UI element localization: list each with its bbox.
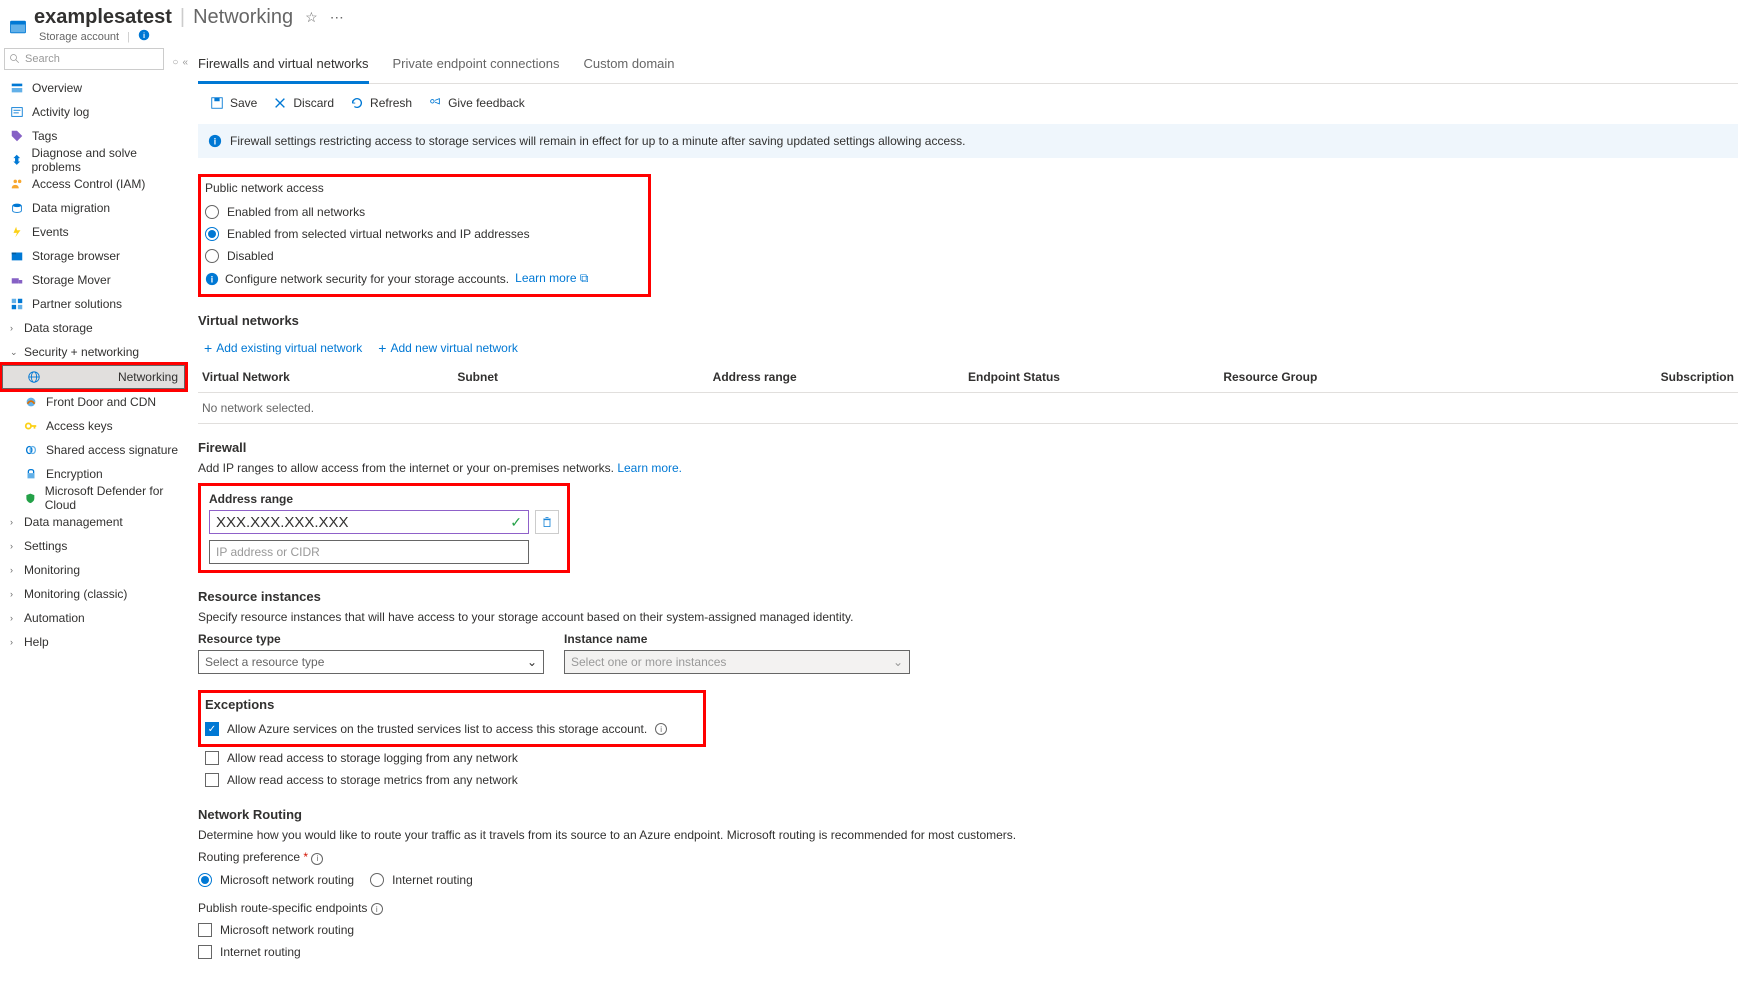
info-icon[interactable]: i bbox=[311, 853, 323, 865]
nav-settings[interactable]: ›Settings bbox=[0, 534, 188, 558]
sidebar-collapse-icon[interactable]: ○ bbox=[172, 57, 178, 68]
nav-storage-mover[interactable]: Storage Mover bbox=[0, 268, 188, 292]
nav-defender[interactable]: Microsoft Defender for Cloud bbox=[0, 486, 188, 510]
svg-text:i: i bbox=[143, 31, 145, 40]
nav-sas[interactable]: Shared access signature bbox=[0, 438, 188, 462]
nav-data-management[interactable]: ›Data management bbox=[0, 510, 188, 534]
vnet-table: Virtual Network Subnet Address range End… bbox=[198, 362, 1738, 424]
nav-security-networking[interactable]: ⌄Security + networking bbox=[0, 340, 188, 364]
firewall-heading: Firewall bbox=[198, 440, 1738, 455]
nav-diagnose[interactable]: Diagnose and solve problems bbox=[0, 148, 188, 172]
pna-radio-selected[interactable]: Enabled from selected virtual networks a… bbox=[205, 223, 588, 245]
tab-private-endpoints[interactable]: Private endpoint connections bbox=[393, 48, 560, 83]
nav-help[interactable]: ›Help bbox=[0, 630, 188, 654]
sidebar: Search ○ « Overview Activity log Tags Di… bbox=[0, 44, 188, 999]
nav-front-door[interactable]: Front Door and CDN bbox=[0, 390, 188, 414]
vnet-heading: Virtual networks bbox=[198, 313, 1738, 328]
pna-radio-disabled[interactable]: Disabled bbox=[205, 245, 588, 267]
exc-heading: Exceptions bbox=[205, 697, 667, 712]
nav-activity-log[interactable]: Activity log bbox=[0, 100, 188, 124]
resource-name: examplesatest bbox=[34, 6, 172, 29]
firewall-delete-button[interactable] bbox=[535, 510, 559, 534]
nav-events[interactable]: Events bbox=[0, 220, 188, 244]
nav-data-migration[interactable]: Data migration bbox=[0, 196, 188, 220]
pna-learn-more[interactable]: Learn more ⧉ bbox=[515, 271, 588, 286]
save-button[interactable]: Save bbox=[210, 96, 257, 110]
nav-storage-browser[interactable]: Storage browser bbox=[0, 244, 188, 268]
check-icon: ✓ bbox=[510, 514, 522, 531]
routing-ms-radio[interactable]: Microsoft network routing bbox=[198, 869, 354, 891]
nav-automation[interactable]: ›Automation bbox=[0, 606, 188, 630]
nav-partner-solutions[interactable]: Partner solutions bbox=[0, 292, 188, 316]
resource-type-select[interactable]: Select a resource type⌄ bbox=[198, 650, 544, 674]
svg-text:i: i bbox=[214, 137, 216, 147]
routing-internet-radio[interactable]: Internet routing bbox=[370, 869, 473, 891]
routing-heading: Network Routing bbox=[198, 807, 1738, 822]
nav-monitoring[interactable]: ›Monitoring bbox=[0, 558, 188, 582]
nav-tags[interactable]: Tags bbox=[0, 124, 188, 148]
tabs: Firewalls and virtual networks Private e… bbox=[198, 48, 1738, 84]
nav-overview[interactable]: Overview bbox=[0, 76, 188, 100]
nav-networking[interactable]: Networking bbox=[2, 365, 185, 389]
main-content: Firewalls and virtual networks Private e… bbox=[188, 44, 1748, 999]
exc-trusted-checkbox[interactable]: ✓Allow Azure services on the trusted ser… bbox=[205, 718, 667, 740]
nav-iam[interactable]: Access Control (IAM) bbox=[0, 172, 188, 196]
tab-firewalls[interactable]: Firewalls and virtual networks bbox=[198, 48, 369, 84]
nav-access-keys[interactable]: Access keys bbox=[0, 414, 188, 438]
toolbar: Save Discard Refresh Give feedback bbox=[198, 88, 1738, 120]
publish-ms-checkbox[interactable]: Microsoft network routing bbox=[198, 919, 1738, 941]
pna-label: Public network access bbox=[205, 181, 588, 195]
info-icon[interactable]: i bbox=[138, 29, 150, 44]
exc-metrics-checkbox[interactable]: Allow read access to storage metrics fro… bbox=[198, 769, 1738, 791]
add-existing-vnet-button[interactable]: +Add existing virtual network bbox=[204, 340, 362, 356]
nav-monitoring-classic[interactable]: ›Monitoring (classic) bbox=[0, 582, 188, 606]
page-title: Networking bbox=[193, 6, 293, 29]
exc-logging-checkbox[interactable]: Allow read access to storage logging fro… bbox=[198, 747, 1738, 769]
tab-custom-domain[interactable]: Custom domain bbox=[583, 48, 674, 83]
svg-text:i: i bbox=[211, 274, 213, 284]
firewall-address-new-input[interactable]: IP address or CIDR bbox=[209, 540, 529, 564]
more-icon[interactable]: ⋯ bbox=[330, 9, 344, 26]
favorite-icon[interactable]: ☆ bbox=[305, 9, 318, 26]
vnet-empty: No network selected. bbox=[198, 392, 1738, 424]
firewall-learn-more[interactable]: Learn more. bbox=[617, 461, 682, 475]
info-icon[interactable]: i bbox=[371, 903, 383, 915]
firewall-address-input[interactable]: XXX.XXX.XXX.XXX ✓ bbox=[209, 510, 529, 534]
refresh-button[interactable]: Refresh bbox=[350, 96, 412, 110]
discard-button[interactable]: Discard bbox=[273, 96, 334, 110]
nav-encryption[interactable]: Encryption bbox=[0, 462, 188, 486]
info-banner: i Firewall settings restricting access t… bbox=[198, 124, 1738, 158]
resource-type: Storage account bbox=[39, 31, 119, 43]
sidebar-search[interactable]: Search bbox=[4, 48, 164, 70]
feedback-button[interactable]: Give feedback bbox=[428, 96, 525, 110]
add-new-vnet-button[interactable]: +Add new virtual network bbox=[378, 340, 518, 356]
instance-name-select[interactable]: Select one or more instances⌄ bbox=[564, 650, 910, 674]
nav-data-storage[interactable]: ›Data storage bbox=[0, 316, 188, 340]
chevron-down-icon: ⌄ bbox=[893, 655, 903, 669]
storage-account-icon bbox=[8, 17, 28, 37]
res-heading: Resource instances bbox=[198, 589, 1738, 604]
pna-radio-all[interactable]: Enabled from all networks bbox=[205, 201, 588, 223]
publish-internet-checkbox[interactable]: Internet routing bbox=[198, 941, 1738, 963]
chevron-down-icon: ⌄ bbox=[527, 655, 537, 669]
info-icon[interactable]: i bbox=[655, 723, 667, 735]
